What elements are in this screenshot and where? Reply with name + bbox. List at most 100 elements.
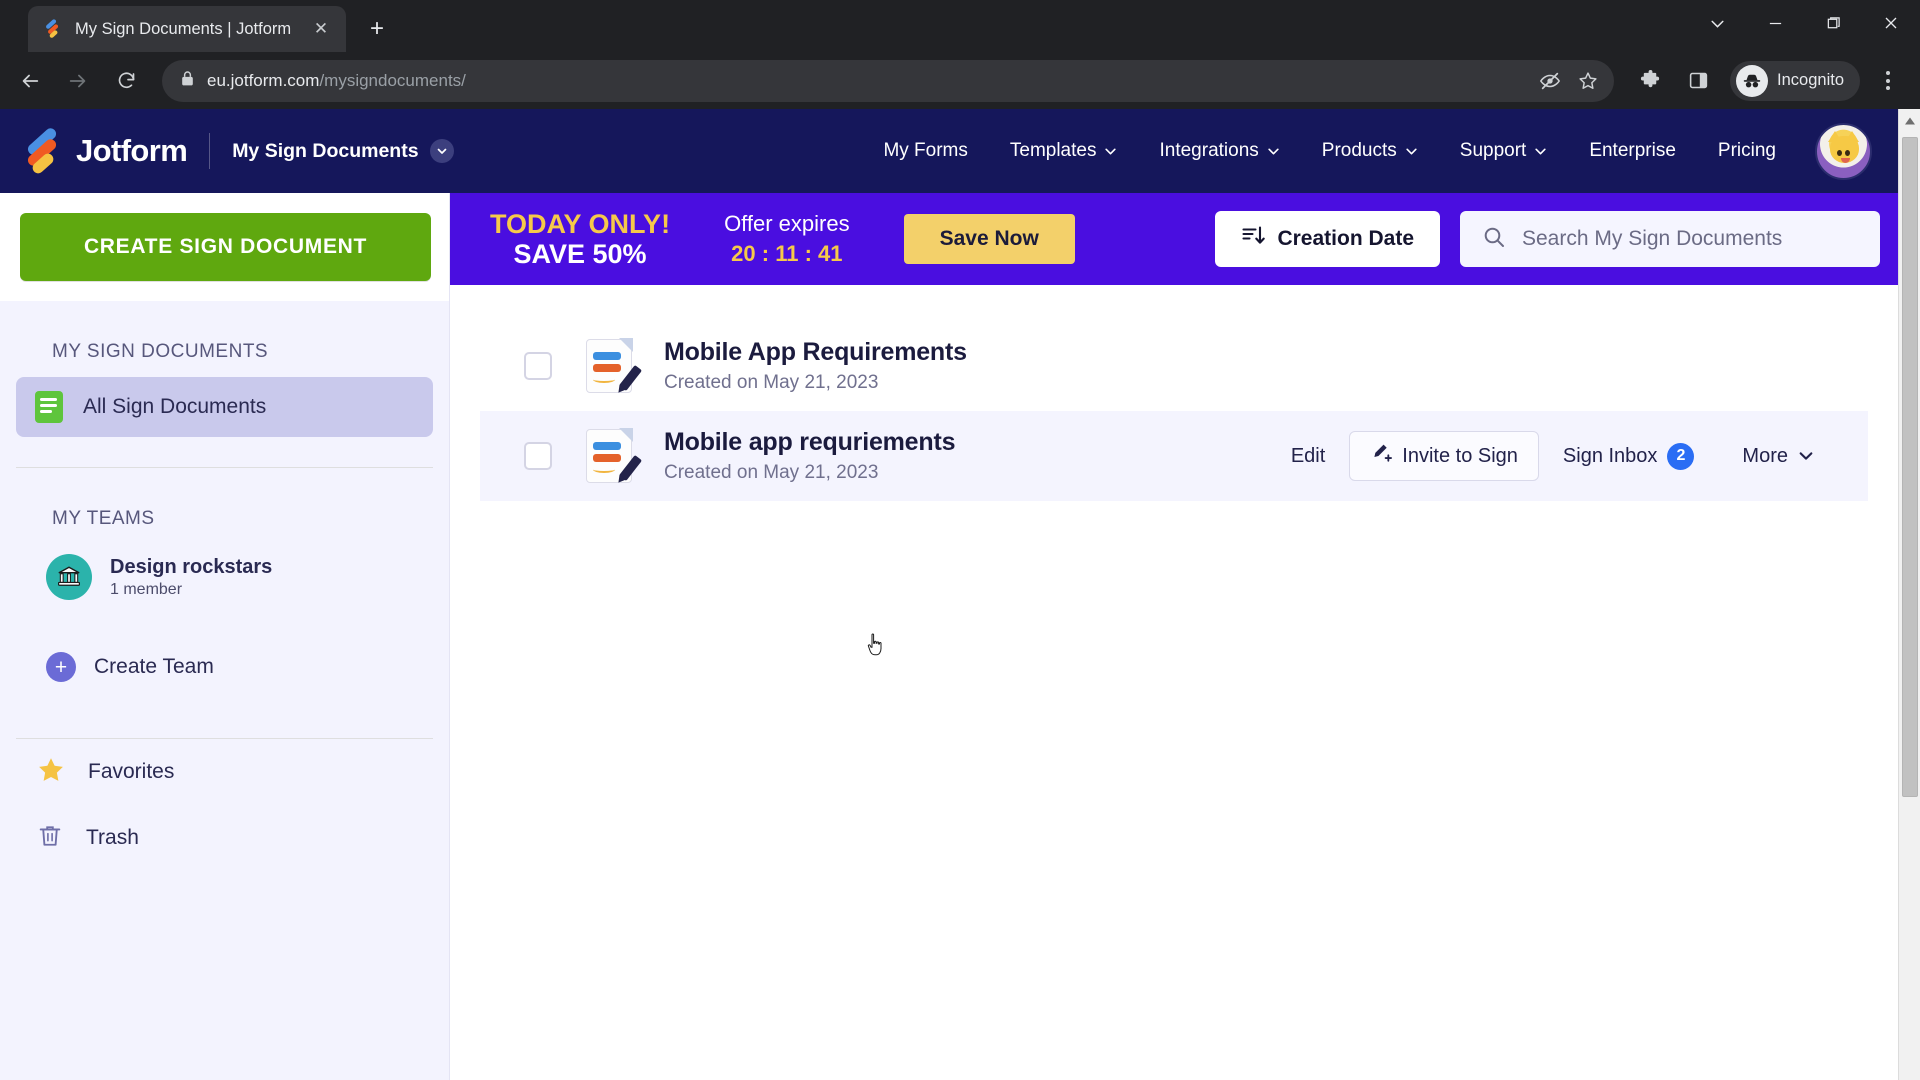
scrollbar-thumb[interactable]: [1901, 137, 1918, 797]
promo-banner: TODAY ONLY! SAVE 50% Offer expires 20 : …: [450, 193, 1898, 285]
extensions-puzzle-icon[interactable]: [1628, 59, 1672, 103]
forward-icon: [56, 59, 100, 103]
back-icon[interactable]: [8, 59, 52, 103]
star-icon: [36, 755, 66, 790]
nav-divider: [209, 133, 211, 169]
incognito-avatar-icon: [1736, 64, 1769, 97]
page-body: CREATE SIGN DOCUMENT MY SIGN DOCUMENTS A…: [0, 193, 1898, 1080]
jotform-logo-icon: [22, 126, 64, 176]
address-bar[interactable]: eu.jotform.com/mysigndocuments/: [162, 59, 1615, 102]
jotform-logo[interactable]: Jotform: [22, 126, 188, 176]
url-text: eu.jotform.com/mysigndocuments/: [207, 71, 1520, 91]
nav-item-products[interactable]: Products: [1301, 140, 1439, 162]
sign-inbox-label: Sign Inbox: [1562, 444, 1658, 467]
chevron-down-icon: [1799, 452, 1813, 460]
nav-label: Integrations: [1159, 140, 1259, 161]
nav-item-my-forms[interactable]: My Forms: [862, 140, 988, 162]
sign-document-icon: [586, 428, 643, 483]
more-label: More: [1742, 444, 1788, 467]
invite-to-sign-label: Invite to Sign: [1402, 444, 1518, 467]
nav-item-enterprise[interactable]: Enterprise: [1568, 140, 1697, 162]
section-switcher[interactable]: My Sign Documents: [232, 139, 454, 163]
row-actions: Edit Invite to Sign Sign Inbox 2 More: [1267, 431, 1838, 481]
nav-item-integrations[interactable]: Integrations: [1138, 140, 1300, 162]
maximize-icon[interactable]: [1804, 0, 1862, 46]
url-domain: eu.jotform.com: [207, 70, 320, 90]
pen-plus-icon: [1370, 442, 1393, 470]
scroll-up-icon[interactable]: [1904, 109, 1916, 135]
window-controls: [1688, 0, 1920, 46]
page-scrollbar[interactable]: [1898, 109, 1920, 1080]
nav-label: Pricing: [1717, 140, 1776, 161]
sidebar-heading-documents: MY SIGN DOCUMENTS: [52, 341, 269, 362]
sidebar-item-team[interactable]: Design rockstars 1 member: [0, 544, 449, 600]
list-toolbar: Creation Date Search My Sign Documents: [1215, 211, 1880, 267]
omnibox-actions: [1532, 63, 1606, 99]
close-icon[interactable]: [1862, 0, 1920, 46]
bookmark-star-icon[interactable]: [1570, 63, 1606, 99]
promo-countdown: Offer expires 20 : 11 : 41: [724, 211, 850, 267]
team-text: Design rockstars 1 member: [110, 556, 272, 599]
minimize-icon[interactable]: [1746, 0, 1804, 46]
sort-label: Creation Date: [1277, 227, 1414, 250]
url-path: /mysigndocuments/: [319, 70, 466, 90]
nav-item-templates[interactable]: Templates: [989, 140, 1139, 162]
promo-countdown-value: 20 : 11 : 41: [731, 240, 843, 266]
tab-search-icon[interactable]: [1688, 0, 1746, 46]
search-placeholder: Search My Sign Documents: [1522, 227, 1783, 250]
save-now-button[interactable]: Save Now: [903, 214, 1075, 264]
new-tab-button[interactable]: +: [358, 10, 396, 48]
status-badge: 2: [1667, 442, 1695, 470]
row-checkbox[interactable]: [524, 442, 552, 470]
mouse-cursor: [866, 633, 884, 656]
chrome-menu-icon[interactable]: [1868, 61, 1908, 101]
create-team-label: Create Team: [94, 655, 214, 678]
sidebar-item-favorites[interactable]: Favorites: [36, 739, 449, 805]
table-row[interactable]: Mobile App Requirements Created on May 2…: [480, 321, 1868, 411]
sidebar-item-label: All Sign Documents: [83, 395, 267, 418]
avatar-eye-right: [1845, 149, 1850, 156]
nav-item-support[interactable]: Support: [1439, 140, 1569, 162]
sidebar: CREATE SIGN DOCUMENT MY SIGN DOCUMENTS A…: [0, 193, 450, 1080]
sidebar-item-trash[interactable]: Trash: [36, 805, 449, 871]
avatar-eye-left: [1837, 149, 1842, 156]
incognito-indicator[interactable]: Incognito: [1730, 60, 1860, 101]
promo-expires-label: Offer expires: [724, 211, 850, 237]
team-avatar-icon: [46, 554, 92, 600]
sign-inbox-button[interactable]: Sign Inbox 2: [1539, 442, 1719, 470]
edit-button[interactable]: Edit: [1267, 445, 1349, 468]
tab-title: My Sign Documents | Jotform: [75, 19, 292, 38]
row-checkbox[interactable]: [524, 352, 552, 380]
search-input[interactable]: Search My Sign Documents: [1460, 211, 1880, 267]
sort-button[interactable]: Creation Date: [1215, 211, 1440, 267]
document-created-date: Created on May 21, 2023: [664, 372, 879, 393]
table-row[interactable]: Mobile app requriements Created on May 2…: [480, 411, 1868, 501]
lock-icon: [180, 70, 195, 92]
chevron-down-icon: [1535, 148, 1546, 154]
row-text: Mobile App Requirements Created on May 2…: [664, 338, 967, 394]
page-viewport: Jotform My Sign Documents My Forms Templ…: [0, 109, 1920, 1080]
more-button[interactable]: More: [1718, 445, 1838, 468]
nav-label: Templates: [1009, 140, 1097, 161]
user-avatar[interactable]: [1815, 122, 1872, 180]
tab-close-icon[interactable]: ✕: [308, 16, 334, 42]
sidebar-item-label: Favorites: [88, 760, 175, 783]
jotform-favicon-icon: [44, 19, 64, 39]
reload-icon[interactable]: [104, 59, 148, 103]
side-panel-icon[interactable]: [1676, 59, 1720, 103]
browser-tab[interactable]: My Sign Documents | Jotform ✕: [28, 6, 346, 52]
browser-window: My Sign Documents | Jotform ✕ + eu.jotfo…: [0, 0, 1920, 1080]
main-content: TODAY ONLY! SAVE 50% Offer expires 20 : …: [450, 193, 1898, 1080]
eye-off-icon[interactable]: [1532, 63, 1568, 99]
promo-headline: TODAY ONLY!: [490, 208, 671, 239]
team-name: Design rockstars: [110, 555, 273, 578]
jotform-wordmark: Jotform: [76, 133, 188, 168]
create-team-button[interactable]: + Create Team: [0, 600, 449, 682]
sidebar-item-all-sign-documents[interactable]: All Sign Documents: [16, 377, 433, 437]
sign-document-icon: [586, 338, 643, 393]
sort-icon: [1241, 224, 1266, 254]
nav-item-pricing[interactable]: Pricing: [1697, 140, 1797, 162]
jotform-page: Jotform My Sign Documents My Forms Templ…: [0, 109, 1898, 1080]
invite-to-sign-button[interactable]: Invite to Sign: [1349, 431, 1539, 481]
create-sign-document-button[interactable]: CREATE SIGN DOCUMENT: [20, 213, 431, 281]
